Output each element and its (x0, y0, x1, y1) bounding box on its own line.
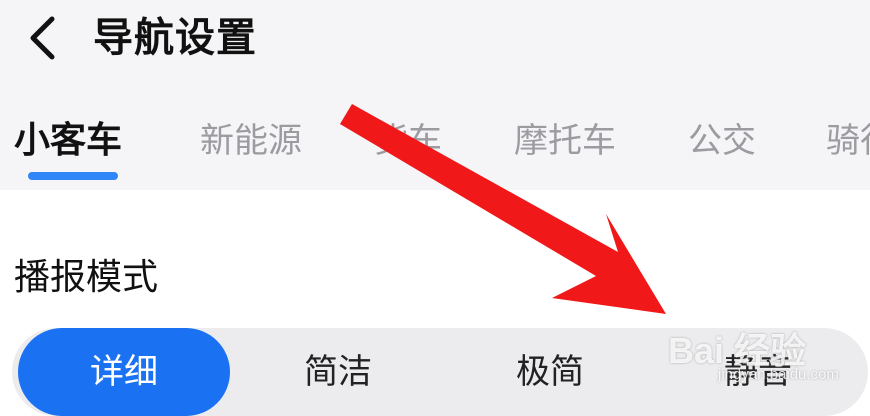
active-tab-indicator (28, 172, 118, 180)
tab-car[interactable]: 小客车 (14, 116, 122, 166)
tab-new-energy[interactable]: 新能源 (200, 116, 302, 166)
tab-cycling[interactable]: 骑行 (826, 116, 870, 166)
broadcast-option-concise[interactable]: 简洁 (232, 328, 444, 416)
tab-motorcycle[interactable]: 摩托车 (514, 116, 616, 166)
broadcast-option-mute[interactable]: 静音 (652, 328, 864, 416)
broadcast-mode-title: 播报模式 (14, 257, 159, 298)
vehicle-tabs: 小客车 新能源 货车 摩托车 公交 骑行 (0, 104, 870, 190)
broadcast-option-detailed[interactable]: 详细 (18, 328, 230, 416)
broadcast-mode-selector: 详细 简洁 极简 静音 (12, 328, 868, 416)
page-title: 导航设置 (93, 15, 257, 61)
broadcast-option-minimal[interactable]: 极简 (444, 328, 656, 416)
tab-bus[interactable]: 公交 (688, 116, 756, 166)
settings-content: 播报模式 详细 简洁 极简 静音 (0, 190, 870, 416)
tab-truck[interactable]: 货车 (374, 116, 442, 166)
chevron-left-icon[interactable] (14, 10, 70, 66)
